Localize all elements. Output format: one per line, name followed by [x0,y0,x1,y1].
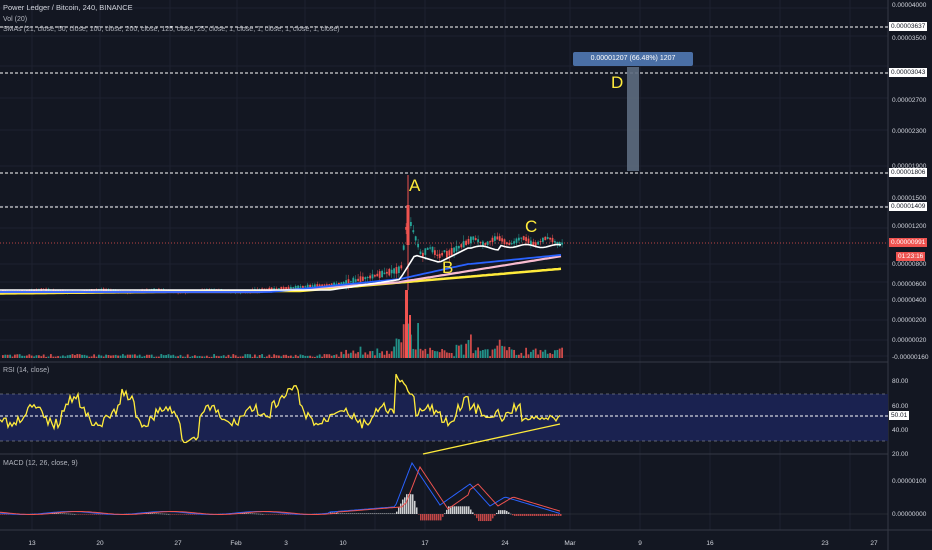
level-badge: 0.00003637 [889,22,928,31]
time-axis-tick: 9 [638,540,642,547]
price-axis-tick: 0.00003500 [892,35,927,42]
rsi-axis-tick: 60.00 [892,403,909,410]
macd-histogram [0,494,562,522]
macd-axis-tick: 0.00000100 [892,478,927,485]
current-price-badge: 0.00000991 [889,238,928,247]
time-axis-tick: 27 [870,540,878,547]
rsi-axis-tick: 40.00 [892,427,909,434]
time-axis-tick: 10 [339,540,347,547]
level-badge: 0.00001806 [889,168,928,177]
price-axis-tick: 0.00002700 [892,97,927,104]
price-axis-tick: 0.00002300 [892,128,927,135]
chart-canvas[interactable]: 0.00004000 0.00003500 0.00002700 0.00002300… [0,0,932,550]
rsi-axis-tick: 20.00 [892,451,909,458]
price-axis-tick: 0.00000800 [892,261,927,268]
time-axis-tick: 20 [96,540,104,547]
price-axis-tick: -0.00000160 [892,354,929,361]
bar-countdown-badge: 01:23:16 [896,252,926,261]
time-axis-tick: 16 [706,540,714,547]
indicator-smas[interactable]: SMAs (21, close, 50, close, 100, close, … [3,25,340,34]
level-badge: 0.00003043 [889,68,928,77]
measure-range-bar[interactable] [627,67,639,171]
measure-tooltip[interactable]: 0.00001207 (66.48%) 1207 [573,52,693,66]
macd-axis-tick: 0.00000000 [892,511,927,518]
price-axis-tick: 0.00000400 [892,297,927,304]
price-axis-tick: 0.00001500 [892,195,927,202]
time-axis-tick: 17 [421,540,429,547]
wave-label-d[interactable]: D [611,74,623,91]
macd-label[interactable]: MACD (12, 26, close, 9) [3,459,78,468]
indicator-volume[interactable]: Vol (20) [3,15,27,24]
time-axis-tick: 27 [174,540,182,547]
sma-line-pink[interactable] [0,255,562,294]
time-axis-tick: Mar [564,540,576,547]
wave-label-a[interactable]: A [409,177,420,194]
chart-title[interactable]: Power Ledger / Bitcoin, 240, BINANCE [3,3,133,13]
price-axis-tick: 0.00000200 [892,317,927,324]
price-axis-ticks: 0.00004000 0.00003500 0.00002700 0.00002300… [892,2,929,361]
time-axis-tick: Feb [230,540,242,547]
sma-line-white[interactable] [0,243,562,291]
level-badge: 0.00001409 [889,202,928,211]
time-axis-ticks: 13 20 27 Feb 3 10 17 24 Mar 9 16 23 27 [28,540,878,547]
price-axis-tick: 0.00004000 [892,2,927,9]
sma-line-blue[interactable] [0,254,562,293]
price-axis-tick: 0.00001200 [892,223,927,230]
wave-label-c[interactable]: C [525,218,537,235]
time-axis-tick: 13 [28,540,36,547]
price-axis-tick: 0.00000020 [892,337,927,344]
time-axis-tick: 23 [821,540,829,547]
price-axis-tick: 0.00000600 [892,281,927,288]
rsi-value-badge: 50.01 [889,411,910,420]
macd-line[interactable] [0,461,561,515]
time-axis-tick: 24 [501,540,509,547]
wave-label-b[interactable]: B [442,259,453,276]
rsi-label[interactable]: RSI (14, close) [3,366,49,375]
rsi-axis-tick: 80.00 [892,378,909,385]
time-axis-tick: 3 [284,540,288,547]
